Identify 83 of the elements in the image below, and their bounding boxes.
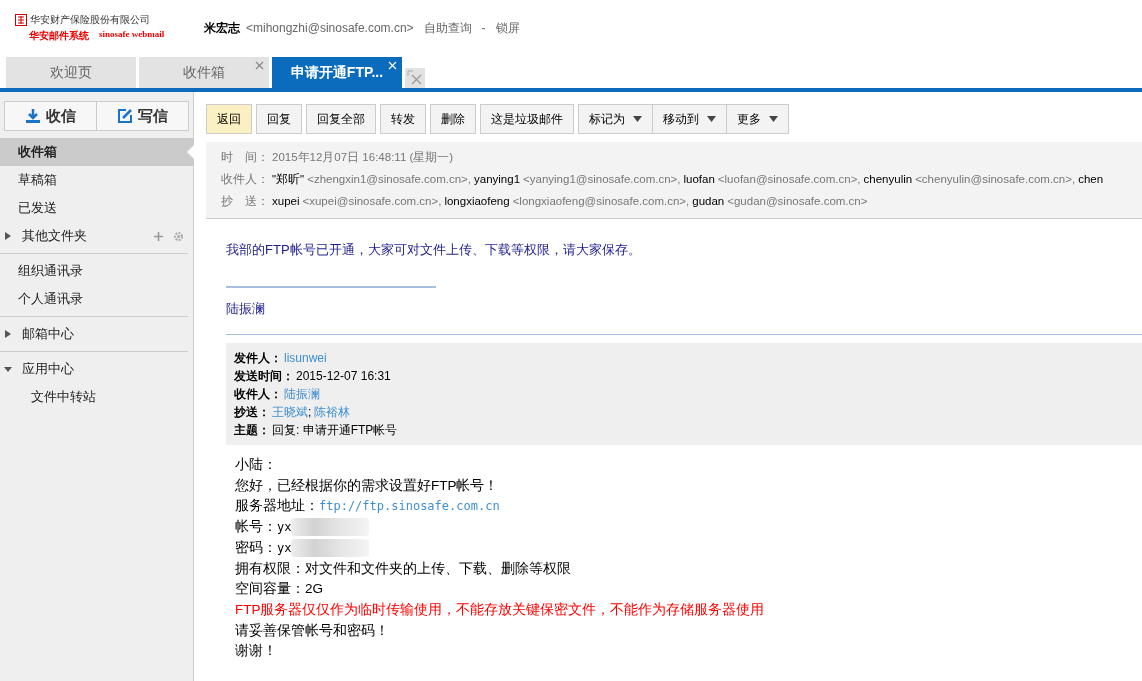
toolbar-button[interactable]: 转发 xyxy=(380,104,426,134)
warning-line: FTP服务器仅仅作为临时传输使用，不能存放关键保密文件，不能作为存储服务器使用 xyxy=(235,600,766,619)
sidebar-item[interactable]: 草稿箱 xyxy=(0,166,193,194)
quote-value: 回复: 申请开通FTP帐号 xyxy=(272,422,398,439)
user-name: 米宏志 xyxy=(204,19,240,37)
company-name: 华安财产保险股份有限公司 xyxy=(30,13,150,27)
body-line: 小陆： xyxy=(235,456,278,474)
link-separator: - xyxy=(481,21,486,35)
toolbar-button[interactable]: 回复全部 xyxy=(306,104,376,134)
folder-group[interactable]: 应用中心 xyxy=(0,355,193,383)
server-link[interactable]: ftp://ftp.sinosafe.com.cn xyxy=(319,496,500,518)
caret-down-icon xyxy=(769,116,778,122)
recipient[interactable]: chenyulin xyxy=(863,168,913,190)
separator: ; xyxy=(308,404,312,421)
sidebar-item[interactable]: 已发送 xyxy=(0,194,193,222)
line-label: 服务器地址： xyxy=(235,497,319,516)
caret-down-icon xyxy=(707,116,716,122)
cc-recipient[interactable]: xupei xyxy=(272,190,300,212)
self-service-link[interactable]: 自助查询 xyxy=(423,19,472,37)
toolbar-button[interactable]: 回复 xyxy=(256,104,302,134)
field-label: 时 间： xyxy=(221,150,269,165)
recipient[interactable]: chen xyxy=(1078,168,1104,190)
close-icon[interactable] xyxy=(255,61,264,70)
body-line: 空间容量：2G xyxy=(235,580,324,599)
caret-right-icon[interactable] xyxy=(4,330,12,338)
logo-icon xyxy=(15,14,27,26)
recipient-email: <gudan@sinosafe.com.cn> xyxy=(727,194,868,209)
signature: 陆振澜 xyxy=(226,300,266,318)
webmail-name: sinosafe webmail xyxy=(99,29,165,41)
field-label: 抄 送： xyxy=(221,194,269,209)
line-value: yx xyxy=(277,539,292,557)
recipient[interactable]: yanying1 xyxy=(474,168,521,190)
body-line: 您好，已经根据你的需求设置好FTP帐号！ xyxy=(235,476,500,495)
dropdown-button[interactable]: 标记为 xyxy=(578,104,653,134)
recipient[interactable]: "郑昕" xyxy=(272,168,305,190)
field-label: 收件人： xyxy=(221,172,269,187)
body-line: 拥有权限：对文件和文件夹的上传、下载、删除等权限 xyxy=(235,559,572,578)
quote-label: 发件人： xyxy=(234,350,282,367)
sent-time: 2015年12月07日 16:48:11 (星期一) xyxy=(272,150,454,165)
body-line: 请妥善保管帐号和密码！ xyxy=(235,621,390,640)
cc-recipient[interactable]: gudan xyxy=(692,190,725,212)
message-intro: 我部的FTP帐号已开通，大家可对文件上传、下载等权限，请大家保存。 xyxy=(226,241,642,259)
line-label: 密码： xyxy=(235,538,277,557)
sidebar-item[interactable]: 个人通讯录 xyxy=(0,285,193,313)
recipient-email: <luofan@sinosafe.com.cn>, xyxy=(717,172,861,187)
quote-value: 2015-12-07 16:31 xyxy=(296,368,391,385)
recipient-email: <yanying1@sinosafe.com.cn>, xyxy=(523,172,681,187)
tab[interactable]: 申请开通FTP... xyxy=(272,57,402,88)
tab[interactable]: 欢迎页 xyxy=(6,57,136,88)
system-name: 华安邮件系统 xyxy=(29,29,89,43)
recipient-email: <zhengxin1@sinosafe.com.cn>, xyxy=(307,172,471,187)
line-label: 帐号： xyxy=(235,518,277,537)
quote-label: 发送时间： xyxy=(234,368,294,385)
line-value: yx xyxy=(277,519,292,537)
cc-recipient[interactable]: longxiaofeng xyxy=(444,190,510,212)
lock-screen-link[interactable]: 锁屏 xyxy=(495,19,520,37)
tab[interactable]: 收件箱 xyxy=(139,57,269,88)
dropdown-button[interactable]: 更多 xyxy=(727,104,789,134)
dropdown-button[interactable]: 移动到 xyxy=(653,104,727,134)
edit-icon xyxy=(117,108,133,124)
sidebar-item[interactable]: 文件中转站 xyxy=(0,383,193,411)
user-email: <mihongzhi@sinosafe.com.cn> xyxy=(246,21,414,35)
caret-right-icon[interactable] xyxy=(4,232,12,240)
quote-label: 收件人： xyxy=(234,386,282,403)
quote-label: 抄送： xyxy=(234,404,270,421)
folder-group[interactable]: 邮箱中心 xyxy=(0,320,193,348)
recipient[interactable]: luofan xyxy=(683,168,715,190)
toolbar-button[interactable]: 删除 xyxy=(430,104,476,134)
sidebar-item[interactable]: 组织通讯录 xyxy=(0,257,193,285)
recipient-email: <xupei@sinosafe.com.cn>, xyxy=(302,194,442,209)
body-line: 谢谢！ xyxy=(235,642,278,661)
recipient-email: <longxiaofeng@sinosafe.com.cn>, xyxy=(512,194,690,209)
quote-label: 主题： xyxy=(234,422,270,439)
folder-group[interactable]: 其他文件夹 xyxy=(0,222,193,250)
sidebar-item[interactable]: 收件箱 xyxy=(0,138,193,166)
download-icon xyxy=(25,108,41,124)
caret-down-icon[interactable] xyxy=(4,365,12,373)
toolbar-button[interactable]: 返回 xyxy=(206,104,252,134)
recipient-email: <chenyulin@sinosafe.com.cn>, xyxy=(915,172,1076,187)
compose-button[interactable]: 写信 xyxy=(96,102,188,130)
toolbar-button[interactable]: 这是垃圾邮件 xyxy=(480,104,574,134)
receive-mail-button[interactable]: 收信 xyxy=(5,102,96,130)
caret-down-icon xyxy=(633,116,642,122)
